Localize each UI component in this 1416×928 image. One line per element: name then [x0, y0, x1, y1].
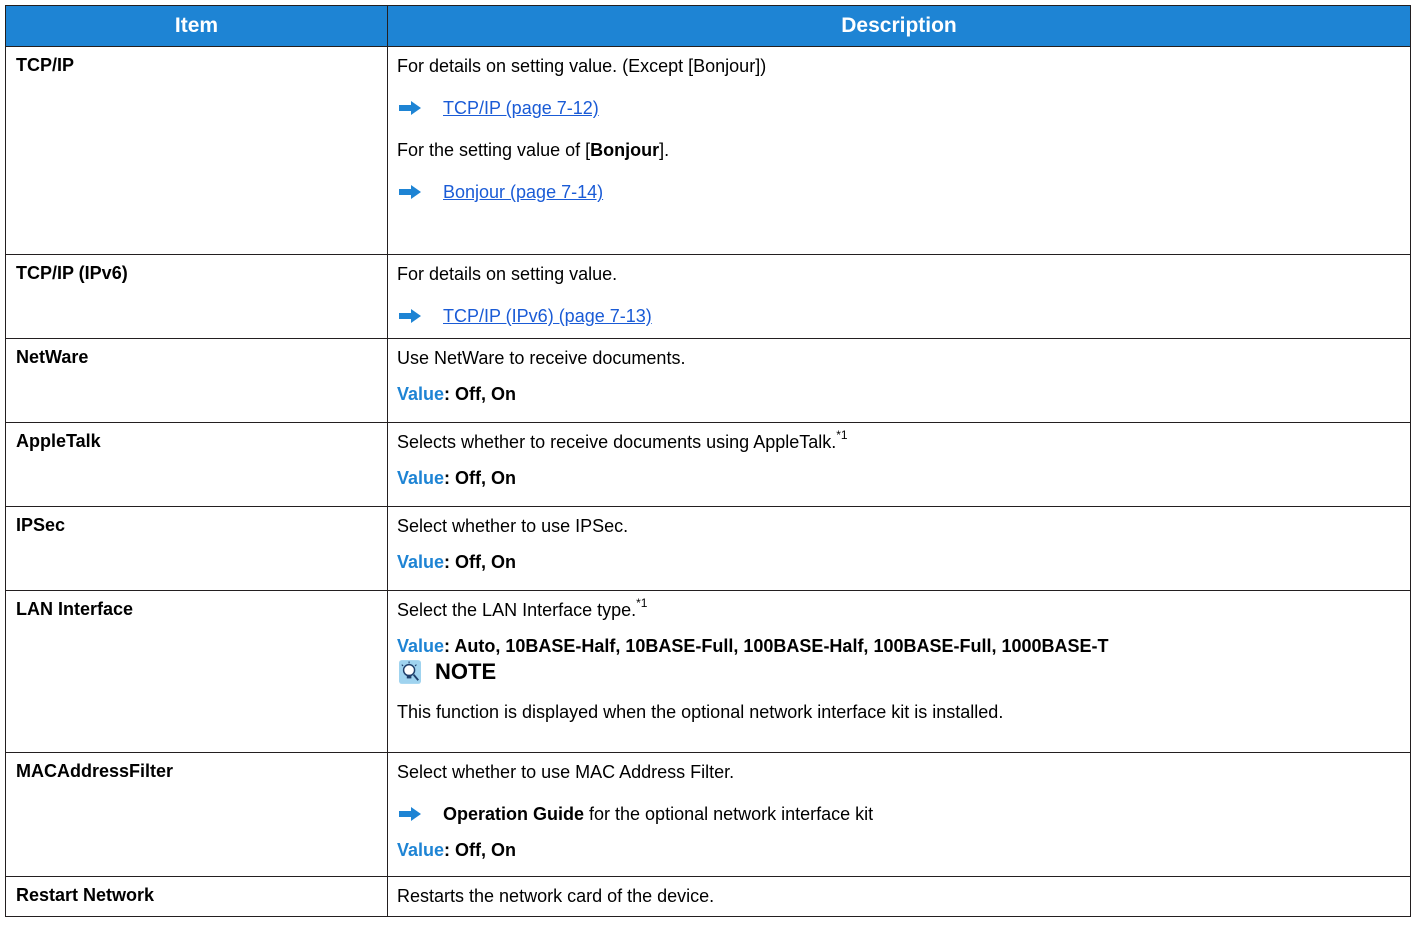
value-key: Value — [397, 840, 445, 860]
table-row: LAN Interface Select the LAN Interface t… — [5, 590, 1411, 753]
reference-line: Operation Guide for the optional network… — [397, 803, 1400, 825]
value-text: : Auto, 10BASE-Half, 10BASE-Full, 100BAS… — [444, 636, 1109, 656]
description-cell: For details on setting value. TCP/IP (IP… — [387, 254, 1411, 339]
header-description: Description — [387, 5, 1411, 47]
description-text: Select whether to use MAC Address Filter… — [397, 762, 735, 782]
table-header-row: Item Description — [5, 5, 1411, 47]
description-text: Select whether to use IPSec. — [397, 516, 629, 536]
arrow-right-icon — [399, 185, 421, 199]
reference-line: TCP/IP (IPv6) (page 7-13) — [397, 305, 1400, 327]
item-appletalk: AppleTalk — [5, 422, 388, 507]
operation-guide-ref: Operation Guide — [443, 804, 585, 824]
value-text: : Off, On — [444, 468, 517, 488]
settings-table: Item Description TCP/IP For details on s… — [5, 5, 1411, 917]
item-lan-interface: LAN Interface — [5, 590, 388, 753]
table-row: TCP/IP For details on setting value. (Ex… — [5, 46, 1411, 255]
value-line: Value: Off, On — [397, 839, 1400, 861]
table-row: TCP/IP (IPv6) For details on setting val… — [5, 254, 1411, 339]
table-row: IPSec Select whether to use IPSec. Value… — [5, 506, 1411, 591]
description-cell: Select whether to use IPSec. Value: Off,… — [387, 506, 1411, 591]
footnote-marker: *1 — [636, 596, 648, 610]
item-ipv6: TCP/IP (IPv6) — [5, 254, 388, 339]
value-key: Value — [397, 552, 445, 572]
reference-line: TCP/IP (page 7-12) — [397, 97, 1400, 119]
table-row: NetWare Use NetWare to receive documents… — [5, 338, 1411, 423]
note-heading: NOTE — [397, 657, 1400, 687]
item-restart-network: Restart Network — [5, 876, 388, 917]
item-netware: NetWare — [5, 338, 388, 423]
table-row: MACAddressFilter Select whether to use M… — [5, 752, 1411, 877]
value-line: Value: Off, On — [397, 467, 1400, 489]
description-cell: Select the LAN Interface type.*1 Value: … — [387, 590, 1411, 753]
description-text: For details on setting value. (Except [B… — [397, 56, 767, 76]
arrow-right-icon — [399, 807, 421, 821]
value-line: Value: Auto, 10BASE-Half, 10BASE-Full, 1… — [397, 635, 1400, 657]
reference-line: Bonjour (page 7-14) — [397, 181, 1400, 203]
arrow-right-icon — [399, 101, 421, 115]
tcpip-page-link[interactable]: TCP/IP (page 7-12) — [443, 97, 599, 119]
value-key: Value — [397, 384, 445, 404]
value-text: : Off, On — [444, 552, 517, 572]
description-cell: Selects whether to receive documents usi… — [387, 422, 1411, 507]
value-key: Value — [397, 468, 445, 488]
arrow-right-icon — [399, 309, 421, 323]
footnote-marker: *1 — [836, 428, 848, 442]
text-fragment: Selects whether to receive documents usi… — [397, 432, 837, 452]
description-cell: For details on setting value. (Except [B… — [387, 46, 1411, 255]
text-fragment: For the setting value of [ — [397, 140, 591, 160]
text-fragment: ]. — [659, 140, 670, 160]
item-mac-address-filter: MACAddressFilter — [5, 752, 388, 877]
note-lightbulb-icon — [399, 660, 421, 684]
description-text: For the setting value of [Bonjour]. — [397, 139, 1400, 161]
text-fragment: Select the LAN Interface type. — [397, 600, 637, 620]
bonjour-page-link[interactable]: Bonjour (page 7-14) — [443, 181, 603, 203]
note-label: NOTE — [435, 659, 497, 684]
note-text: This function is displayed when the opti… — [397, 702, 1004, 722]
table-row: AppleTalk Selects whether to receive doc… — [5, 422, 1411, 507]
ipv6-page-link[interactable]: TCP/IP (IPv6) (page 7-13) — [443, 305, 652, 327]
description-cell: Restarts the network card of the device. — [387, 876, 1411, 917]
description-cell: Select whether to use MAC Address Filter… — [387, 752, 1411, 877]
value-key: Value — [397, 636, 445, 656]
description-text: For details on setting value. — [397, 264, 618, 284]
description-text: Selects whether to receive documents usi… — [397, 428, 1400, 453]
header-item: Item — [5, 5, 388, 47]
value-line: Value: Off, On — [397, 383, 1400, 405]
table-row: Restart Network Restarts the network car… — [5, 876, 1411, 917]
value-line: Value: Off, On — [397, 551, 1400, 573]
bonjour-bold: Bonjour — [590, 140, 660, 160]
text-fragment: for the optional network interface kit — [584, 804, 874, 824]
description-text: Restarts the network card of the device. — [397, 886, 715, 906]
description-text: Use NetWare to receive documents. — [397, 348, 686, 368]
value-text: : Off, On — [444, 840, 517, 860]
item-tcpip: TCP/IP — [5, 46, 388, 255]
description-cell: Use NetWare to receive documents. Value:… — [387, 338, 1411, 423]
description-text: Select the LAN Interface type.*1 — [397, 596, 1400, 621]
item-ipsec: IPSec — [5, 506, 388, 591]
value-text: : Off, On — [444, 384, 517, 404]
